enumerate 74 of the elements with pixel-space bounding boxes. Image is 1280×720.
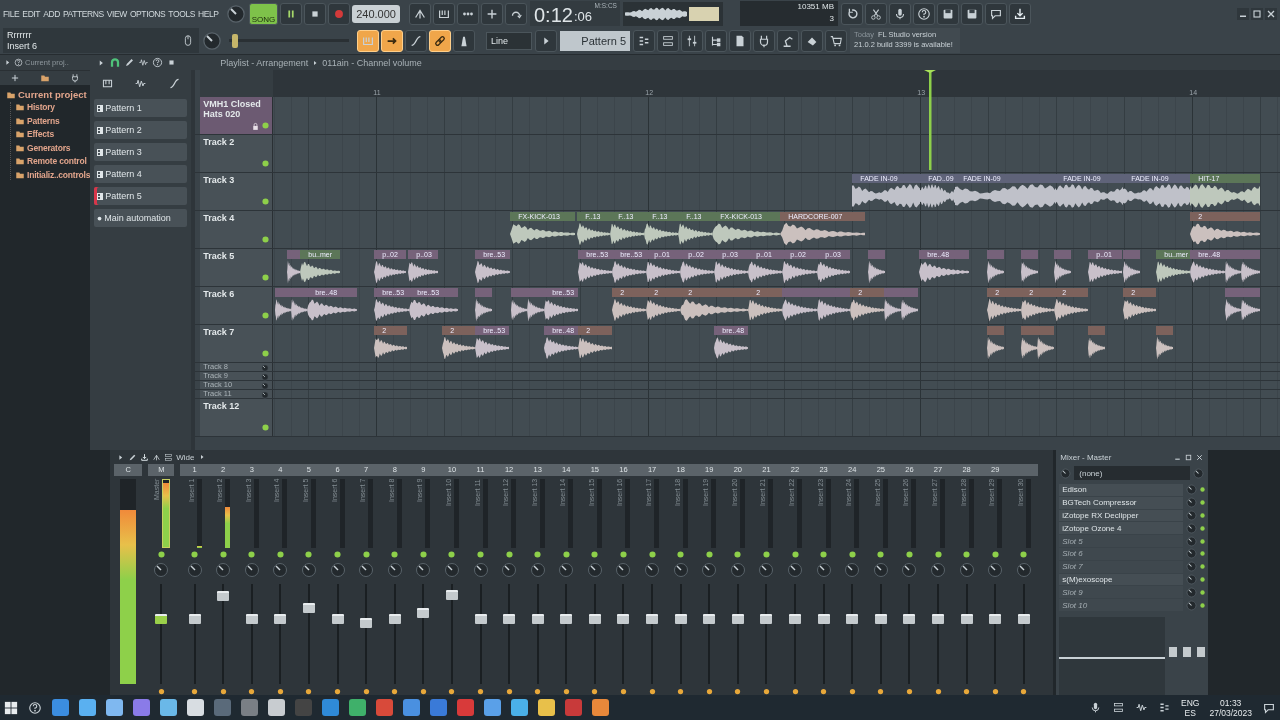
clock-time[interactable]: 01:33 — [1220, 697, 1242, 708]
pattern-item[interactable]: Pattern 3 — [94, 143, 188, 161]
browser-item[interactable]: Generators — [15, 142, 91, 153]
browser-item-label: Current project — [18, 89, 87, 100]
browser-item[interactable]: Patterns — [15, 115, 91, 126]
window-title: Playlist - Arrangement — [220, 57, 309, 68]
window-subtitle: 011ain - Channel volume — [322, 57, 422, 68]
track-header[interactable]: Track 6 — [200, 287, 274, 324]
pattern-item[interactable]: Pattern 5 — [94, 187, 188, 205]
track-name: Track 2 — [203, 137, 236, 147]
input-dropdown[interactable]: (none) — [1074, 466, 1191, 480]
effect-slot[interactable]: s(M)exoscope — [1059, 573, 1184, 586]
browser-item-label: Remote control — [27, 156, 87, 166]
time-centiseconds: :06 — [573, 8, 592, 26]
browser-item-label: Effects — [27, 129, 54, 139]
tempo-field[interactable]: 240.000 — [352, 4, 400, 23]
track-name: VMH1 Closed Hats 020 — [203, 99, 262, 119]
effect-slot[interactable]: iZotope RX Declipper — [1059, 509, 1184, 522]
track-name: Track 7 — [203, 327, 236, 337]
browser-item[interactable]: Effects — [15, 129, 91, 139]
language-indicator[interactable]: ENG — [1181, 697, 1200, 708]
browser-item-label: Generators — [27, 142, 71, 153]
effect-slot[interactable]: iZotope Ozone 4 — [1059, 522, 1184, 535]
menu-item[interactable]: FILE — [3, 8, 20, 19]
track-header[interactable]: Track 2 — [200, 135, 274, 172]
menu-item[interactable]: TOOLS — [168, 8, 196, 19]
effect-slot[interactable]: Slot 7 — [1059, 560, 1184, 573]
effect-slot[interactable]: Slot 5 — [1059, 535, 1184, 547]
track-header[interactable]: Track 4 — [200, 211, 274, 248]
pattern-item[interactable]: Main automation — [94, 209, 188, 227]
effect-slot[interactable]: BGTech Compressor — [1059, 496, 1184, 509]
memory-readout: 351 MB — [806, 2, 834, 13]
track-name: Track 12 — [203, 401, 241, 411]
effect-slot[interactable]: Slot 9 — [1059, 586, 1184, 599]
song-mode-toggle[interactable]: SONG — [248, 2, 279, 25]
menu-item[interactable]: HELP — [198, 8, 219, 19]
track-name: Track 3 — [203, 175, 236, 185]
track-header[interactable]: Track 7 — [200, 325, 274, 362]
snap-dropdown[interactable]: Line — [486, 31, 532, 50]
panel-title: Mixer - Master — [1060, 452, 1113, 462]
browser-item-label: Patterns — [27, 115, 60, 126]
track-header[interactable]: Track 5 — [200, 249, 274, 286]
clock-date[interactable]: 27/03/2023 — [1209, 707, 1252, 718]
view-selector[interactable]: Wide — [176, 452, 195, 462]
effect-slot[interactable]: Edison — [1059, 484, 1184, 496]
keyboard-layout[interactable]: ES — [1184, 707, 1196, 718]
pattern-item[interactable]: Pattern 2 — [94, 121, 188, 139]
voices-readout: 3 — [828, 13, 834, 25]
menu-item[interactable]: ADD — [43, 8, 60, 19]
pattern-selector[interactable]: Pattern 5 — [560, 30, 630, 51]
menu-item[interactable]: OPTIONS — [129, 8, 166, 19]
track-name: Track 5 — [203, 251, 236, 261]
browser-item[interactable]: Current project — [6, 89, 91, 100]
browser-item[interactable]: Initializ..controls — [15, 169, 91, 180]
browser-item-label: History — [27, 102, 55, 112]
track-name: Track 6 — [203, 289, 236, 299]
time-readout: 0:12 — [533, 4, 573, 26]
pattern-item[interactable]: Pattern 1 — [94, 99, 188, 117]
track-header[interactable]: VMH1 Closed Hats 020 — [200, 97, 274, 134]
effect-slot[interactable]: Slot 6 — [1059, 548, 1184, 560]
menu-item[interactable]: VIEW — [106, 8, 127, 19]
polyphony-readout: 10 — [796, 2, 807, 13]
hint-title: Rrrrrrr — [7, 29, 33, 41]
browser-item[interactable]: Remote control — [15, 156, 91, 166]
effect-slot[interactable]: Slot 10 — [1059, 599, 1184, 611]
hint-subtitle: Insert 6 — [7, 40, 38, 52]
menu-item[interactable]: PATTERNS — [62, 8, 104, 19]
track-header[interactable]: Track 3 — [200, 173, 274, 210]
pattern-item[interactable]: Pattern 4 — [94, 165, 188, 183]
browser-item-label: Initializ..controls — [27, 169, 91, 180]
track-header[interactable]: Track 12 — [200, 399, 274, 436]
track-name: Track 4 — [203, 213, 236, 223]
menu-item[interactable]: EDIT — [22, 8, 41, 19]
browser-item[interactable]: History — [15, 102, 91, 112]
